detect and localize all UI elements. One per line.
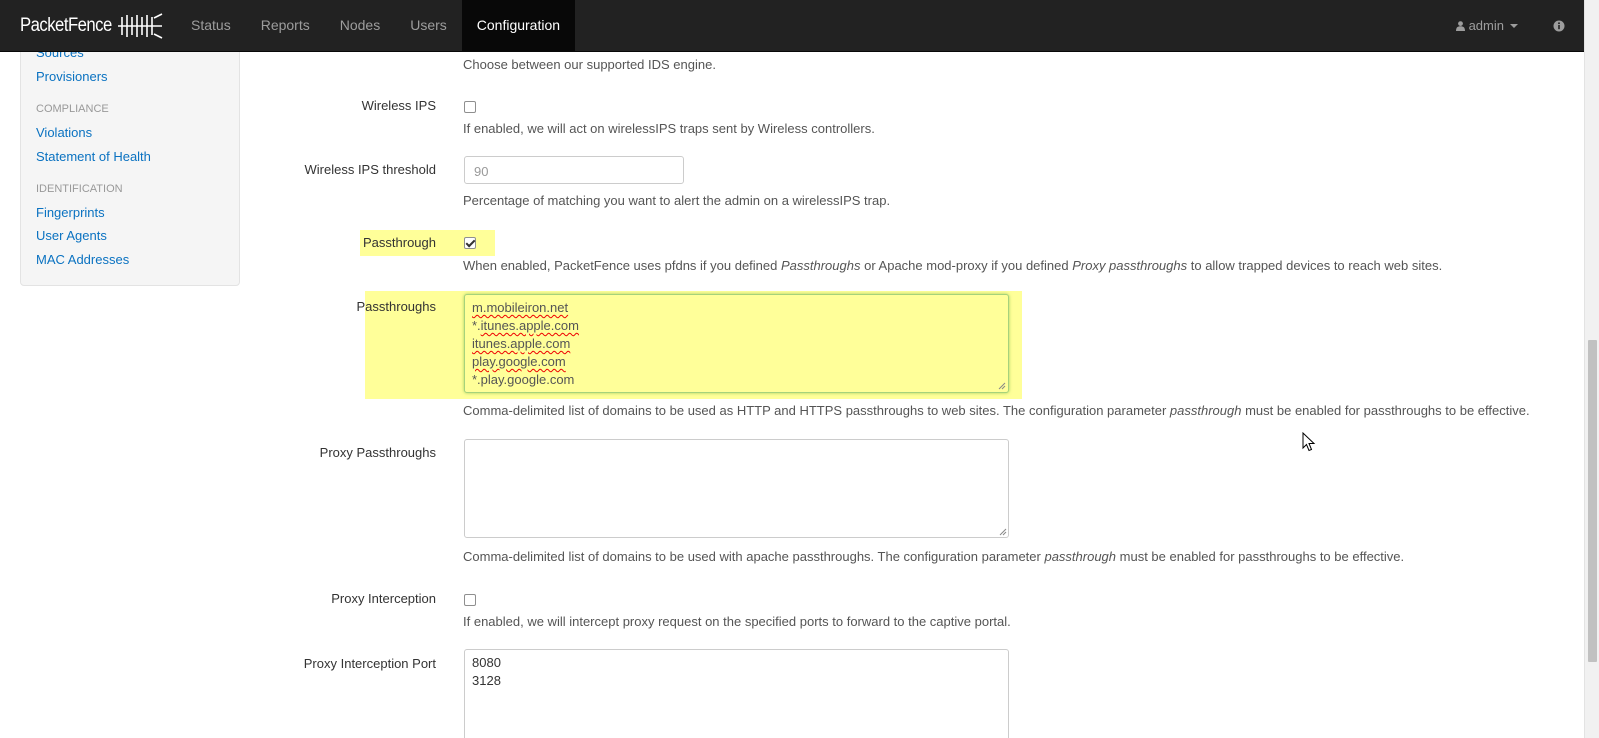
info-icon xyxy=(1553,20,1565,32)
main-nav: Status Reports Nodes Users Configuration xyxy=(176,0,576,52)
passthrough-help-text-1: When enabled, PacketFence uses pfdns if … xyxy=(463,258,781,273)
proxy-interception-help: If enabled, we will intercept proxy requ… xyxy=(463,614,1011,629)
chevron-down-icon xyxy=(1510,24,1518,28)
page-scrollbar[interactable] xyxy=(1584,0,1599,738)
proxy-interception-checkbox[interactable] xyxy=(464,594,476,606)
passthroughs-help-text-2: must be enabled for passthroughs to be e… xyxy=(1241,403,1530,418)
passthrough-domain: m.mobileiron.net xyxy=(472,300,569,315)
sidebar-section-compliance: COMPLIANCE xyxy=(36,103,109,115)
top-navbar: PacketFence Status Reports Nodes Users C… xyxy=(0,0,1584,52)
proxy-passthroughs-help-text-2: must be enabled for passthroughs to be e… xyxy=(1116,549,1405,564)
user-menu[interactable]: admin xyxy=(1440,0,1534,52)
proxy-passthroughs-help: Comma-delimited list of domains to be us… xyxy=(463,549,1404,564)
packetfence-logo-icon xyxy=(118,13,163,39)
passthrough-help-text-3: to allow trapped devices to reach web si… xyxy=(1187,258,1443,273)
passthrough-help-text-2: or Apache mod-proxy if you defined xyxy=(860,258,1073,273)
passthrough-checkbox[interactable] xyxy=(464,237,476,249)
passthrough-label: Passthrough xyxy=(363,235,436,250)
brand-logo[interactable]: PacketFence xyxy=(20,11,164,41)
passthrough-domain: *.itunes.apple.com xyxy=(472,318,579,333)
proxy-interception-port-textarea[interactable]: 8080 3128 xyxy=(464,649,1009,738)
brand-name: PacketFence xyxy=(20,15,112,36)
passthrough-help: When enabled, PacketFence uses pfdns if … xyxy=(463,258,1442,273)
passthroughs-help: Comma-delimited list of domains to be us… xyxy=(463,403,1530,418)
passthrough-domain-text: itunes.apple.com xyxy=(480,318,579,333)
proxy-passthroughs-label: Proxy Passthroughs xyxy=(319,445,436,460)
nav-configuration[interactable]: Configuration xyxy=(461,0,576,52)
sidebar-item-fingerprints[interactable]: Fingerprints xyxy=(36,205,105,220)
nav-users[interactable]: Users xyxy=(395,0,462,52)
resize-handle-icon[interactable] xyxy=(999,528,1007,536)
user-icon xyxy=(1455,21,1465,31)
ids-engine-help: Choose between our supported IDS engine. xyxy=(463,57,716,72)
nav-nodes[interactable]: Nodes xyxy=(325,0,395,52)
passthrough-domain: play.google.com xyxy=(472,354,566,369)
proxy-passthroughs-help-text-1: Comma-delimited list of domains to be us… xyxy=(463,549,1045,564)
passthroughs-help-em: passthrough xyxy=(1169,403,1242,418)
wireless-ips-label: Wireless IPS xyxy=(361,98,436,113)
wireless-ips-threshold-input[interactable]: 90 xyxy=(464,156,684,184)
sidebar-item-provisioners[interactable]: Provisioners xyxy=(36,69,108,84)
proxy-interception-label: Proxy Interception xyxy=(331,591,436,606)
passthrough-domain: *.play.google.com xyxy=(472,372,575,387)
nav-status[interactable]: Status xyxy=(176,0,246,52)
passthroughs-label: Passthroughs xyxy=(356,299,437,314)
sidebar-item-mac-addresses[interactable]: MAC Addresses xyxy=(36,252,129,267)
wireless-ips-checkbox[interactable] xyxy=(464,101,476,113)
passthroughs-help-text-1: Comma-delimited list of domains to be us… xyxy=(463,403,1170,418)
nav-right: admin xyxy=(1440,0,1584,52)
passthrough-domain: itunes.apple.com xyxy=(472,336,571,351)
scrollbar-thumb[interactable] xyxy=(1588,340,1597,662)
proxy-interception-port-label: Proxy Interception Port xyxy=(303,656,436,671)
sidebar-item-user-agents[interactable]: User Agents xyxy=(36,228,107,243)
port-value: 3128 xyxy=(472,673,501,688)
settings-sidebar: Sources Provisioners COMPLIANCE Violatio… xyxy=(20,40,240,286)
sidebar-item-statement-of-health[interactable]: Statement of Health xyxy=(36,149,151,164)
wireless-ips-threshold-label: Wireless IPS threshold xyxy=(304,162,437,177)
sidebar-section-identification: IDENTIFICATION xyxy=(36,183,123,195)
wireless-ips-threshold-help: Percentage of matching you want to alert… xyxy=(463,193,891,208)
info-button[interactable] xyxy=(1534,0,1584,52)
passthroughs-textarea[interactable]: m.mobileiron.net *.itunes.apple.com itun… xyxy=(464,294,1009,393)
port-value: 8080 xyxy=(472,655,501,670)
wireless-ips-help: If enabled, we will act on wirelessIPS t… xyxy=(463,121,875,136)
user-name: admin xyxy=(1468,18,1504,33)
proxy-passthroughs-textarea[interactable] xyxy=(464,439,1009,538)
mouse-cursor-icon xyxy=(1302,432,1316,452)
proxy-passthroughs-help-em: passthrough xyxy=(1044,549,1117,564)
resize-handle-icon[interactable] xyxy=(998,382,1006,390)
sidebar-item-violations[interactable]: Violations xyxy=(36,125,92,140)
passthrough-help-em-2: Proxy passthroughs xyxy=(1072,258,1188,273)
passthrough-help-em-1: Passthroughs xyxy=(780,258,861,273)
nav-reports[interactable]: Reports xyxy=(246,0,325,52)
